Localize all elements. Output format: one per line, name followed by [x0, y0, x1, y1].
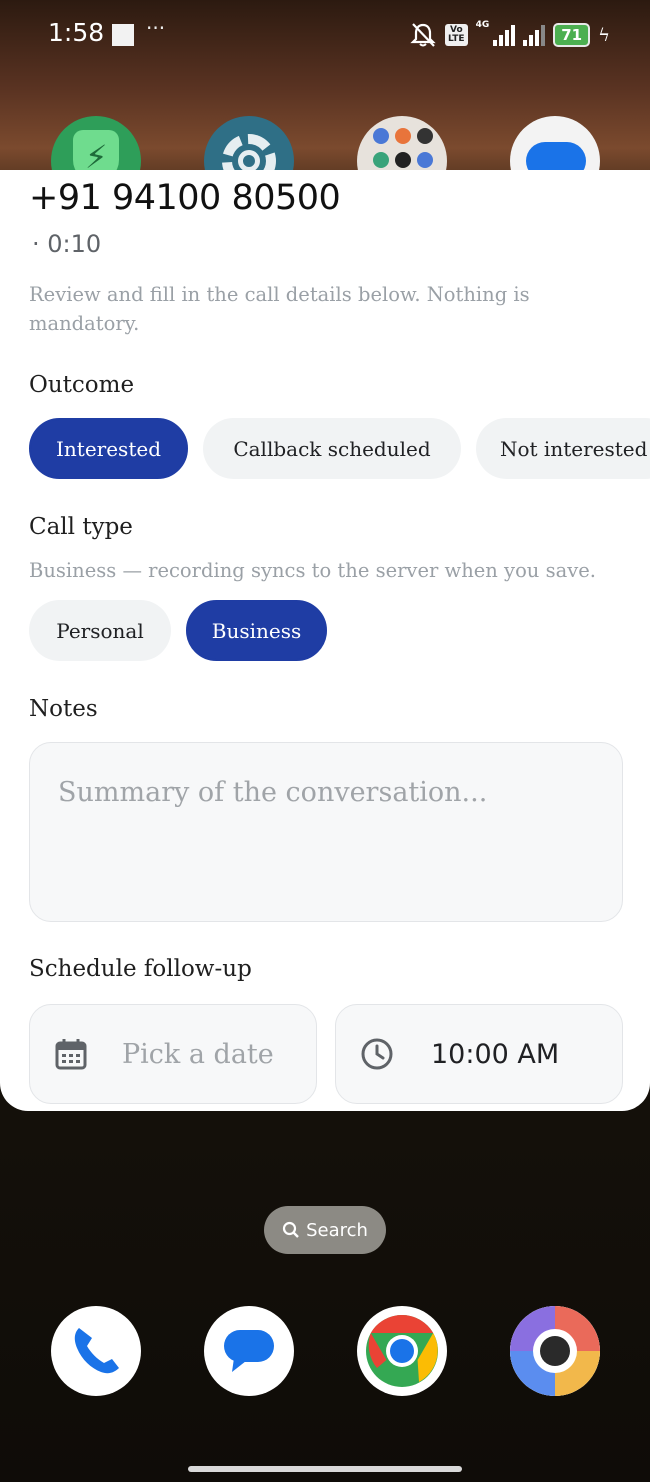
- date-picker-field[interactable]: Pick a date: [29, 1004, 317, 1104]
- time-value: 10:00 AM: [431, 1039, 560, 1070]
- dock-phone-icon[interactable]: [51, 1306, 141, 1396]
- dock-camera-icon[interactable]: [510, 1306, 600, 1396]
- call-details-sheet: +91 94100 80500 · 0:10 Review and fill i…: [0, 170, 650, 1111]
- battery-indicator: 71: [553, 23, 591, 47]
- call-duration: · 0:10: [32, 230, 102, 258]
- outcome-chip-interested[interactable]: Interested: [29, 418, 188, 479]
- call-type-subtitle: Business — recording syncs to the server…: [29, 559, 596, 582]
- gesture-nav-bar[interactable]: [188, 1466, 462, 1472]
- search-label: Search: [306, 1219, 368, 1241]
- notification-square-icon: [112, 24, 134, 46]
- more-notifications-icon: ···: [146, 16, 166, 40]
- dock-messages-icon[interactable]: [204, 1306, 294, 1396]
- signal-strength-icon: [493, 24, 516, 46]
- status-icons: Vo LTE 4G 71 ϟ: [409, 20, 610, 50]
- notes-placeholder: Summary of the conversation...: [58, 777, 488, 808]
- charging-bolt-icon: ϟ: [598, 24, 610, 46]
- outcome-heading: Outcome: [29, 372, 135, 398]
- outcome-chip-not-interested[interactable]: Not interested: [476, 418, 650, 479]
- status-bar: 1:58 ··· Vo LTE 4G 71 ϟ: [0, 0, 650, 72]
- volte-badge: Vo LTE: [445, 24, 468, 46]
- notes-heading: Notes: [29, 696, 98, 722]
- call-type-heading: Call type: [29, 514, 133, 540]
- outcome-chip-callback-scheduled[interactable]: Callback scheduled: [203, 418, 461, 479]
- intro-text: Review and fill in the call details belo…: [29, 283, 530, 335]
- muted-bell-icon: [410, 23, 436, 47]
- call-type-chip-business[interactable]: Business: [186, 600, 327, 661]
- status-time: 1:58: [48, 18, 105, 47]
- dock-chrome-icon[interactable]: [357, 1306, 447, 1396]
- call-type-chip-personal[interactable]: Personal: [29, 600, 171, 661]
- calendar-icon: [55, 1039, 87, 1070]
- notes-textarea[interactable]: Summary of the conversation...: [29, 742, 623, 922]
- time-picker-field[interactable]: 10:00 AM: [335, 1004, 623, 1104]
- signal-strength-2-icon: [523, 24, 546, 46]
- network-type: 4G: [475, 20, 490, 30]
- phone-number: +91 94100 80500: [29, 178, 341, 218]
- clock-icon: [361, 1038, 393, 1070]
- search-icon: [282, 1221, 299, 1238]
- home-search-button[interactable]: Search: [264, 1206, 386, 1254]
- follow-up-heading: Schedule follow-up: [29, 956, 252, 982]
- date-placeholder: Pick a date: [122, 1039, 274, 1070]
